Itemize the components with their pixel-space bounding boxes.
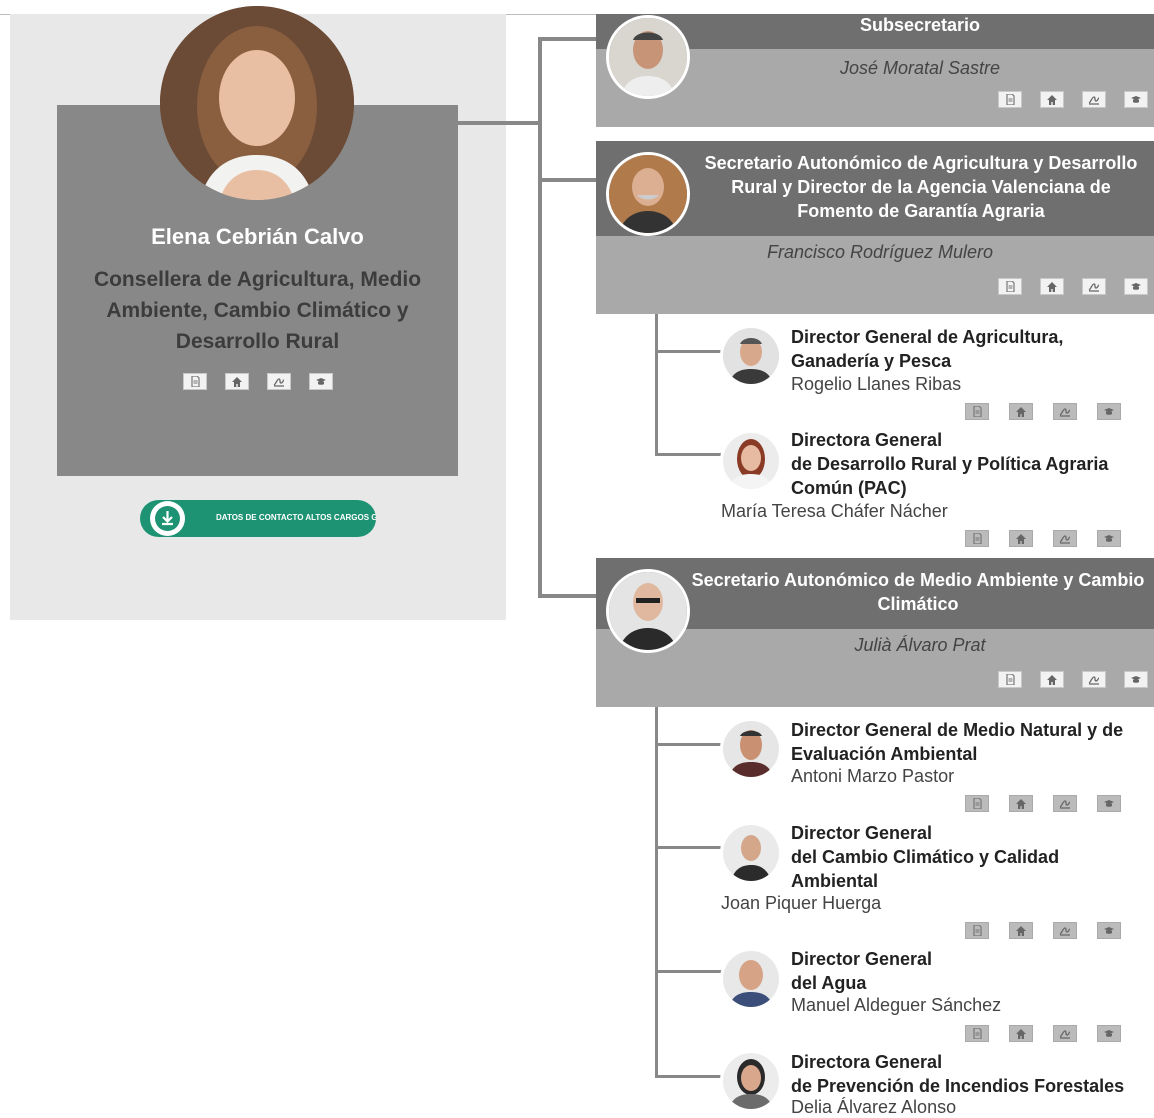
signature-icon[interactable] [1082, 278, 1106, 295]
dg-desarrollo-rural-title: Directora General de Desarrollo Rural y … [791, 430, 1109, 498]
subsecretario-icon-row [998, 91, 1148, 108]
secretario-medio-ambiente-icon-row [998, 671, 1148, 688]
dg-agua-avatar [720, 948, 782, 1010]
document-icon[interactable] [998, 278, 1022, 295]
dg-agricultura-icon-row [965, 403, 1121, 420]
connector [655, 1075, 723, 1078]
dg-agua-icon-row [965, 1025, 1121, 1042]
download-contact-button[interactable]: DATOS DE CONTACTO ALTOS CARGOS GVA [140, 500, 376, 537]
connector [538, 594, 598, 598]
connector [655, 846, 723, 849]
home-icon[interactable] [1009, 1025, 1033, 1042]
connector [655, 706, 658, 1078]
secretario-agricultura-avatar [606, 152, 690, 236]
connector [655, 313, 658, 456]
hat-icon[interactable] [1097, 795, 1121, 812]
conseller-avatar [160, 6, 354, 200]
download-contact-label: DATOS DE CONTACTO ALTOS CARGOS GVA [216, 513, 376, 522]
secretario-medio-ambiente-avatar [606, 569, 690, 653]
dg-cambio-climatico-title: Director General del Cambio Climático y … [791, 823, 1060, 891]
signature-icon[interactable] [1053, 1025, 1077, 1042]
hat-icon[interactable] [1097, 922, 1121, 939]
conseller-role: Consellera de Agricultura, Medio Ambient… [93, 268, 422, 353]
secretario-agricultura-icon-row [998, 278, 1148, 295]
dg-agua-title: Director General del Agua [791, 949, 933, 993]
home-icon[interactable] [1009, 530, 1033, 547]
document-icon[interactable] [965, 922, 989, 939]
document-icon[interactable] [965, 1025, 989, 1042]
dg-medio-natural-icon-row [965, 795, 1121, 812]
document-icon[interactable] [965, 795, 989, 812]
dg-cambio-climatico-icon-row [965, 922, 1121, 939]
document-icon[interactable] [998, 91, 1022, 108]
document-icon[interactable] [182, 373, 207, 390]
connector [655, 453, 723, 456]
signature-icon[interactable] [266, 373, 291, 390]
connector [538, 37, 542, 598]
conseller-icon-row [57, 373, 458, 390]
secretario-agricultura-person: Francisco Rodríguez Mulero [766, 242, 994, 262]
home-icon[interactable] [1009, 403, 1033, 420]
dg-medio-natural-title: Director General de Medio Natural y de E… [791, 720, 1124, 764]
dg-agricultura-title: Director General de Agricultura, Ganader… [791, 327, 1064, 371]
hat-icon[interactable] [1124, 278, 1148, 295]
dg-agricultura-person: Rogelio Llanes Ribas [791, 374, 962, 394]
dg-medio-natural-avatar [720, 718, 782, 780]
home-icon[interactable] [1040, 671, 1064, 688]
hat-icon[interactable] [1124, 671, 1148, 688]
home-icon[interactable] [1009, 922, 1033, 939]
dg-desarrollo-rural-icon-row [965, 530, 1121, 547]
dg-agricultura-avatar [720, 325, 782, 387]
signature-icon[interactable] [1053, 403, 1077, 420]
dg-cambio-climatico-person: Joan Piquer Huerga [721, 893, 882, 913]
home-icon[interactable] [224, 373, 249, 390]
home-icon[interactable] [1040, 91, 1064, 108]
home-icon[interactable] [1009, 795, 1033, 812]
document-icon[interactable] [965, 403, 989, 420]
dg-agua-person: Manuel Aldeguer Sánchez [791, 995, 1002, 1015]
connector [458, 121, 540, 125]
subsecretario-avatar [606, 15, 690, 99]
signature-icon[interactable] [1053, 795, 1077, 812]
signature-icon[interactable] [1053, 922, 1077, 939]
document-icon[interactable] [998, 671, 1022, 688]
hat-icon[interactable] [1097, 530, 1121, 547]
connector [538, 37, 598, 41]
document-icon[interactable] [965, 530, 989, 547]
dg-desarrollo-rural-person: María Teresa Cháfer Nácher [721, 501, 948, 521]
dg-desarrollo-rural-avatar [720, 430, 782, 492]
hat-icon[interactable] [1097, 403, 1121, 420]
connector [655, 743, 723, 746]
hat-icon[interactable] [1097, 1025, 1121, 1042]
download-icon [155, 506, 180, 531]
dg-cambio-climatico-avatar [720, 822, 782, 884]
dg-incendios-avatar [720, 1050, 782, 1112]
conseller-name: Elena Cebrián Calvo [151, 224, 364, 249]
hat-icon[interactable] [308, 373, 333, 390]
hat-icon[interactable] [1124, 91, 1148, 108]
signature-icon[interactable] [1082, 91, 1106, 108]
home-icon[interactable] [1040, 278, 1064, 295]
connector [655, 350, 723, 353]
signature-icon[interactable] [1082, 671, 1106, 688]
connector [538, 178, 598, 182]
signature-icon[interactable] [1053, 530, 1077, 547]
dg-incendios-title: Directora General de Prevención de Incen… [791, 1052, 1125, 1096]
dg-medio-natural-person: Antoni Marzo Pastor [791, 766, 955, 786]
connector [655, 970, 723, 973]
